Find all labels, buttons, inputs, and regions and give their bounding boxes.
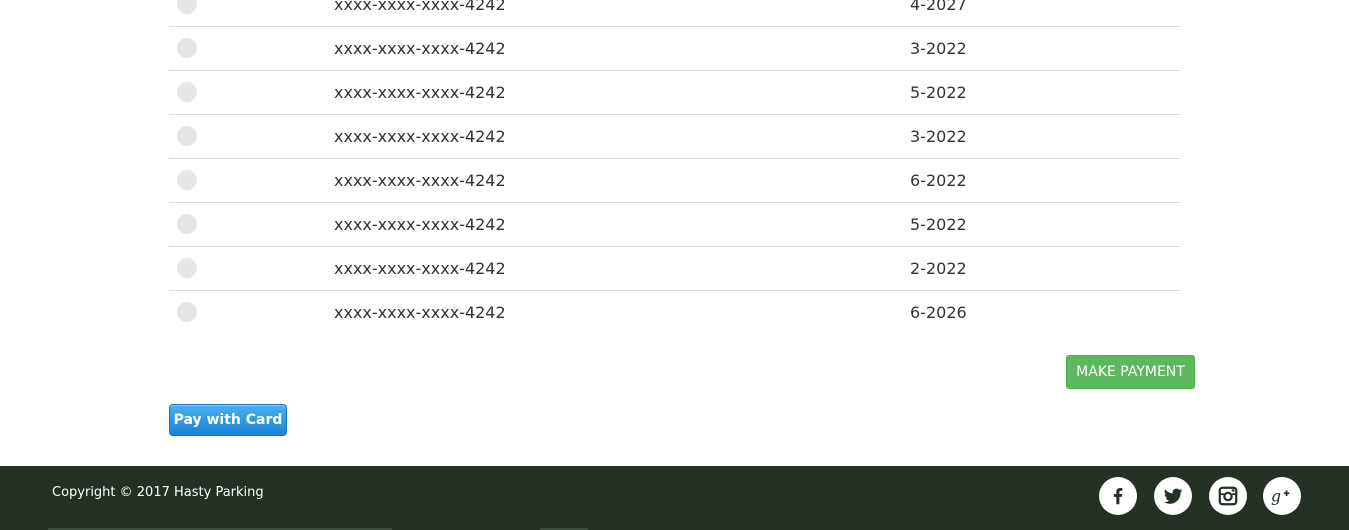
pay-with-card-button[interactable]: Pay with Card [169, 404, 287, 436]
table-row[interactable]: xxxx-xxxx-xxxx-4242 2-2022 [169, 247, 1181, 291]
card-select-radio[interactable] [177, 0, 197, 14]
site-footer: Copyright © 2017 Hasty Parking g [0, 466, 1349, 530]
table-row[interactable]: xxxx-xxxx-xxxx-4242 3-2022 [169, 27, 1181, 71]
card-expiry: 4-2027 [910, 0, 967, 14]
make-payment-button[interactable]: MAKE PAYMENT [1066, 355, 1195, 389]
card-expiry: 2-2022 [910, 259, 967, 278]
card-select-radio[interactable] [177, 126, 197, 146]
card-number: xxxx-xxxx-xxxx-4242 [334, 39, 506, 58]
card-expiry: 3-2022 [910, 39, 967, 58]
card-select-radio[interactable] [177, 38, 197, 58]
card-number: xxxx-xxxx-xxxx-4242 [334, 215, 506, 234]
google-plus-icon[interactable]: g [1263, 477, 1301, 515]
card-expiry: 5-2022 [910, 215, 967, 234]
card-expiry: 5-2022 [910, 83, 967, 102]
card-number: xxxx-xxxx-xxxx-4242 [334, 0, 506, 14]
card-number: xxxx-xxxx-xxxx-4242 [334, 127, 506, 146]
instagram-icon[interactable] [1209, 477, 1247, 515]
copyright-text: Copyright © 2017 Hasty Parking [52, 485, 264, 500]
table-row[interactable]: xxxx-xxxx-xxxx-4242 3-2022 [169, 115, 1181, 159]
table-row[interactable]: xxxx-xxxx-xxxx-4242 5-2022 [169, 71, 1181, 115]
payment-page: xxxx-xxxx-xxxx-4242 4-2027 xxxx-xxxx-xxx… [0, 0, 1349, 530]
svg-text:g: g [1271, 488, 1281, 506]
card-select-radio[interactable] [177, 258, 197, 278]
twitter-icon[interactable] [1154, 477, 1192, 515]
card-select-radio[interactable] [177, 214, 197, 234]
card-select-radio[interactable] [177, 82, 197, 102]
card-number: xxxx-xxxx-xxxx-4242 [334, 171, 506, 190]
card-expiry: 6-2022 [910, 171, 967, 190]
card-select-radio[interactable] [177, 170, 197, 190]
table-row[interactable]: xxxx-xxxx-xxxx-4242 5-2022 [169, 203, 1181, 247]
table-row[interactable]: xxxx-xxxx-xxxx-4242 6-2022 [169, 159, 1181, 203]
card-expiry: 3-2022 [910, 127, 967, 146]
card-select-radio[interactable] [177, 302, 197, 322]
card-expiry: 6-2026 [910, 303, 967, 322]
table-row[interactable]: xxxx-xxxx-xxxx-4242 6-2026 [169, 291, 1181, 335]
facebook-icon[interactable] [1099, 477, 1137, 515]
card-number: xxxx-xxxx-xxxx-4242 [334, 83, 506, 102]
table-row[interactable]: xxxx-xxxx-xxxx-4242 4-2027 [169, 0, 1181, 27]
card-number: xxxx-xxxx-xxxx-4242 [334, 303, 506, 322]
card-number: xxxx-xxxx-xxxx-4242 [334, 259, 506, 278]
saved-cards-table: xxxx-xxxx-xxxx-4242 4-2027 xxxx-xxxx-xxx… [169, 0, 1181, 335]
